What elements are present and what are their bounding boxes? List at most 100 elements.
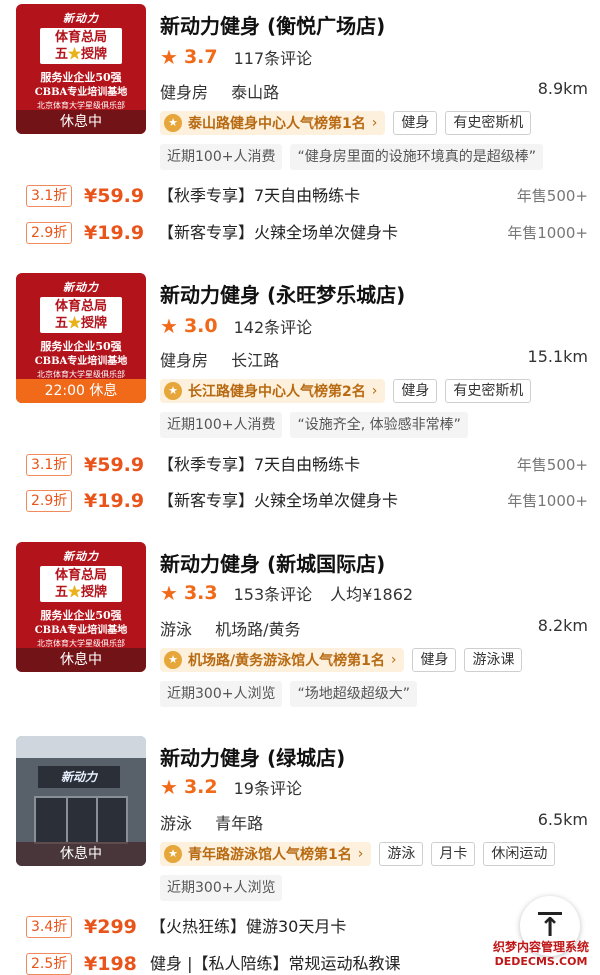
- deal-price: ¥299: [84, 916, 137, 938]
- rating-row: ★ 3.3 153条评论 人均¥1862: [160, 580, 413, 606]
- deal-title: 【火热狂练】健游30天月卡: [150, 917, 347, 936]
- deal-title: 【秋季专享】7天自由畅练卡: [158, 186, 361, 205]
- deal-item[interactable]: 2.9折 ¥19.9 【新客专享】火辣全场单次健身卡 年售1000+: [26, 219, 588, 247]
- rating-score: 3.7: [183, 46, 218, 68]
- tag-chip[interactable]: 游泳: [379, 842, 424, 866]
- store-name[interactable]: 新动力健身 (衡悦广场店): [160, 10, 385, 39]
- tag-chip[interactable]: 健身: [393, 379, 438, 403]
- watermark: 织梦内容管理系统 DEDECMS.COM: [492, 940, 589, 968]
- tag-chip[interactable]: 游泳课: [464, 648, 523, 672]
- deal-item[interactable]: 3.1折 ¥59.9 【秋季专享】7天自由畅练卡 年售500+: [26, 451, 588, 479]
- photo-sky: [16, 736, 146, 758]
- ranking-badge[interactable]: ★ 泰山路健身中心人气榜第1名 ›: [160, 111, 386, 135]
- distance: 8.9km: [537, 79, 588, 98]
- star-icon: ★: [160, 775, 178, 799]
- review-quote: “健身房里面的设施环境真的是超级棒”: [290, 144, 543, 170]
- review-count[interactable]: 117条评论: [234, 45, 313, 69]
- authorization-badge: 体育总局 五★授牌: [40, 28, 122, 64]
- tag-chip[interactable]: 健身: [393, 111, 438, 135]
- rating-row: ★ 3.0 142条评论: [160, 313, 330, 339]
- category-row: 健身房 泰山路 8.9km: [160, 79, 588, 102]
- category: 游泳: [160, 620, 193, 639]
- chevron-right-icon: ›: [390, 652, 397, 668]
- deal-item[interactable]: 2.9折 ¥19.9 【新客专享】火辣全场单次健身卡 年售1000+: [26, 487, 588, 515]
- brand-logo: 新动力: [63, 550, 99, 563]
- discount-badge: 3.1折: [26, 454, 73, 476]
- brand-logo: 新动力: [63, 281, 99, 294]
- chevron-right-icon: ›: [371, 383, 378, 399]
- rating-score: 3.2: [183, 776, 218, 798]
- rating-score: 3.3: [183, 582, 218, 604]
- deal-item[interactable]: 3.1折 ¥59.9 【秋季专享】7天自由畅练卡 年售500+: [26, 182, 588, 210]
- review-quote: “场地超级超级大”: [290, 681, 417, 707]
- chevron-right-icon: ›: [357, 846, 364, 862]
- star-icon: ★: [67, 585, 81, 600]
- tag-row: ★ 泰山路健身中心人气榜第1名 › 健身 有史密斯机: [160, 110, 539, 136]
- store-thumbnail[interactable]: 新动力 体育总局 五★授牌 服务业企业50强 CBBA专业培训基地 北京体育大学…: [16, 4, 146, 134]
- category: 游泳: [160, 814, 193, 833]
- consumption-info: 近期100+人消费: [160, 144, 283, 170]
- tag-chip[interactable]: 有史密斯机: [445, 111, 532, 135]
- area: 长江路: [231, 351, 280, 370]
- ranking-badge[interactable]: ★ 青年路游泳馆人气榜第1名 ›: [160, 842, 372, 866]
- store-name[interactable]: 新动力健身 (永旺梦乐城店): [160, 279, 405, 308]
- category-row: 游泳 青年路 6.5km: [160, 810, 588, 833]
- tag-row: ★ 机场路/黄务游泳馆人气榜第1名 › 健身 游泳课: [160, 647, 530, 673]
- tag-row: ★ 青年路游泳馆人气榜第1名 › 游泳 月卡 休闲运动: [160, 841, 563, 867]
- info-row: 近期100+人消费 “设施齐全, 体验感非常棒”: [160, 412, 476, 438]
- store-name[interactable]: 新动力健身 (新城国际店): [160, 548, 385, 577]
- review-count[interactable]: 153条评论: [234, 581, 313, 605]
- store-thumbnail[interactable]: 新动力 体育总局 五★授牌 服务业企业50强 CBBA专业培训基地 北京体育大学…: [16, 273, 146, 403]
- consumption-info: 近期100+人消费: [160, 412, 283, 438]
- deal-price: ¥19.9: [84, 490, 145, 512]
- authorization-badge: 体育总局 五★授牌: [40, 297, 122, 333]
- tag-chip[interactable]: 有史密斯机: [445, 379, 532, 403]
- ranking-badge[interactable]: ★ 机场路/黄务游泳馆人气榜第1名 ›: [160, 648, 405, 672]
- storefront-door: [34, 796, 128, 844]
- info-row: 近期300+人浏览 “场地超级超级大”: [160, 681, 425, 707]
- sales-count: 年售1000+: [507, 492, 588, 510]
- discount-badge: 3.4折: [26, 916, 73, 938]
- rating-row: ★ 3.7 117条评论: [160, 44, 330, 70]
- discount-badge: 3.1折: [26, 185, 73, 207]
- store-photo[interactable]: 新动力 休息中: [16, 736, 146, 866]
- chevron-right-icon: ›: [371, 115, 378, 131]
- star-icon: ★: [160, 581, 178, 605]
- medal-icon: ★: [164, 382, 182, 400]
- category-row: 健身房 长江路 15.1km: [160, 347, 588, 370]
- rating-row: ★ 3.2 19条评论: [160, 774, 320, 800]
- star-icon: ★: [67, 47, 81, 62]
- thumbnail-text: 服务业企业50强 CBBA专业培训基地 北京体育大学星级俱乐部: [34, 71, 128, 110]
- browse-info: 近期300+人浏览: [160, 681, 283, 707]
- store-name[interactable]: 新动力健身 (绿城店): [160, 742, 345, 771]
- arrow-up-icon: ↑: [539, 913, 561, 943]
- area: 泰山路: [231, 83, 280, 102]
- review-count[interactable]: 19条评论: [234, 775, 302, 799]
- category-row: 游泳 机场路/黄务 8.2km: [160, 616, 588, 639]
- storefront-sign: 新动力: [38, 766, 120, 788]
- deal-price: ¥59.9: [84, 185, 145, 207]
- discount-badge: 2.9折: [26, 490, 73, 512]
- deal-title: 【新客专享】火辣全场单次健身卡: [158, 491, 399, 510]
- area: 青年路: [215, 814, 264, 833]
- review-count[interactable]: 142条评论: [234, 314, 313, 338]
- deal-price: ¥198: [84, 953, 137, 975]
- ranking-badge[interactable]: ★ 长江路健身中心人气榜第2名 ›: [160, 379, 386, 403]
- status-badge: 22:00 休息: [16, 379, 146, 403]
- medal-icon: ★: [164, 651, 182, 669]
- tag-chip[interactable]: 休闲运动: [483, 842, 556, 866]
- deal-title: 【秋季专享】7天自由畅练卡: [158, 455, 361, 474]
- distance: 6.5km: [537, 810, 588, 829]
- deal-item[interactable]: 3.4折 ¥299 【火热狂练】健游30天月卡: [26, 913, 588, 941]
- tag-chip[interactable]: 健身: [412, 648, 457, 672]
- thumbnail-text: 服务业企业50强 CBBA专业培训基地 北京体育大学星级俱乐部: [34, 609, 128, 648]
- tag-chip[interactable]: 月卡: [431, 842, 476, 866]
- distance: 15.1km: [527, 347, 588, 366]
- browse-info: 近期300+人浏览: [160, 875, 283, 901]
- category: 健身房: [160, 83, 209, 102]
- authorization-badge: 体育总局 五★授牌: [40, 566, 122, 602]
- store-thumbnail[interactable]: 新动力 体育总局 五★授牌 服务业企业50强 CBBA专业培训基地 北京体育大学…: [16, 542, 146, 672]
- distance: 8.2km: [537, 616, 588, 635]
- star-icon: ★: [160, 45, 178, 69]
- sales-count: 年售500+: [516, 456, 588, 474]
